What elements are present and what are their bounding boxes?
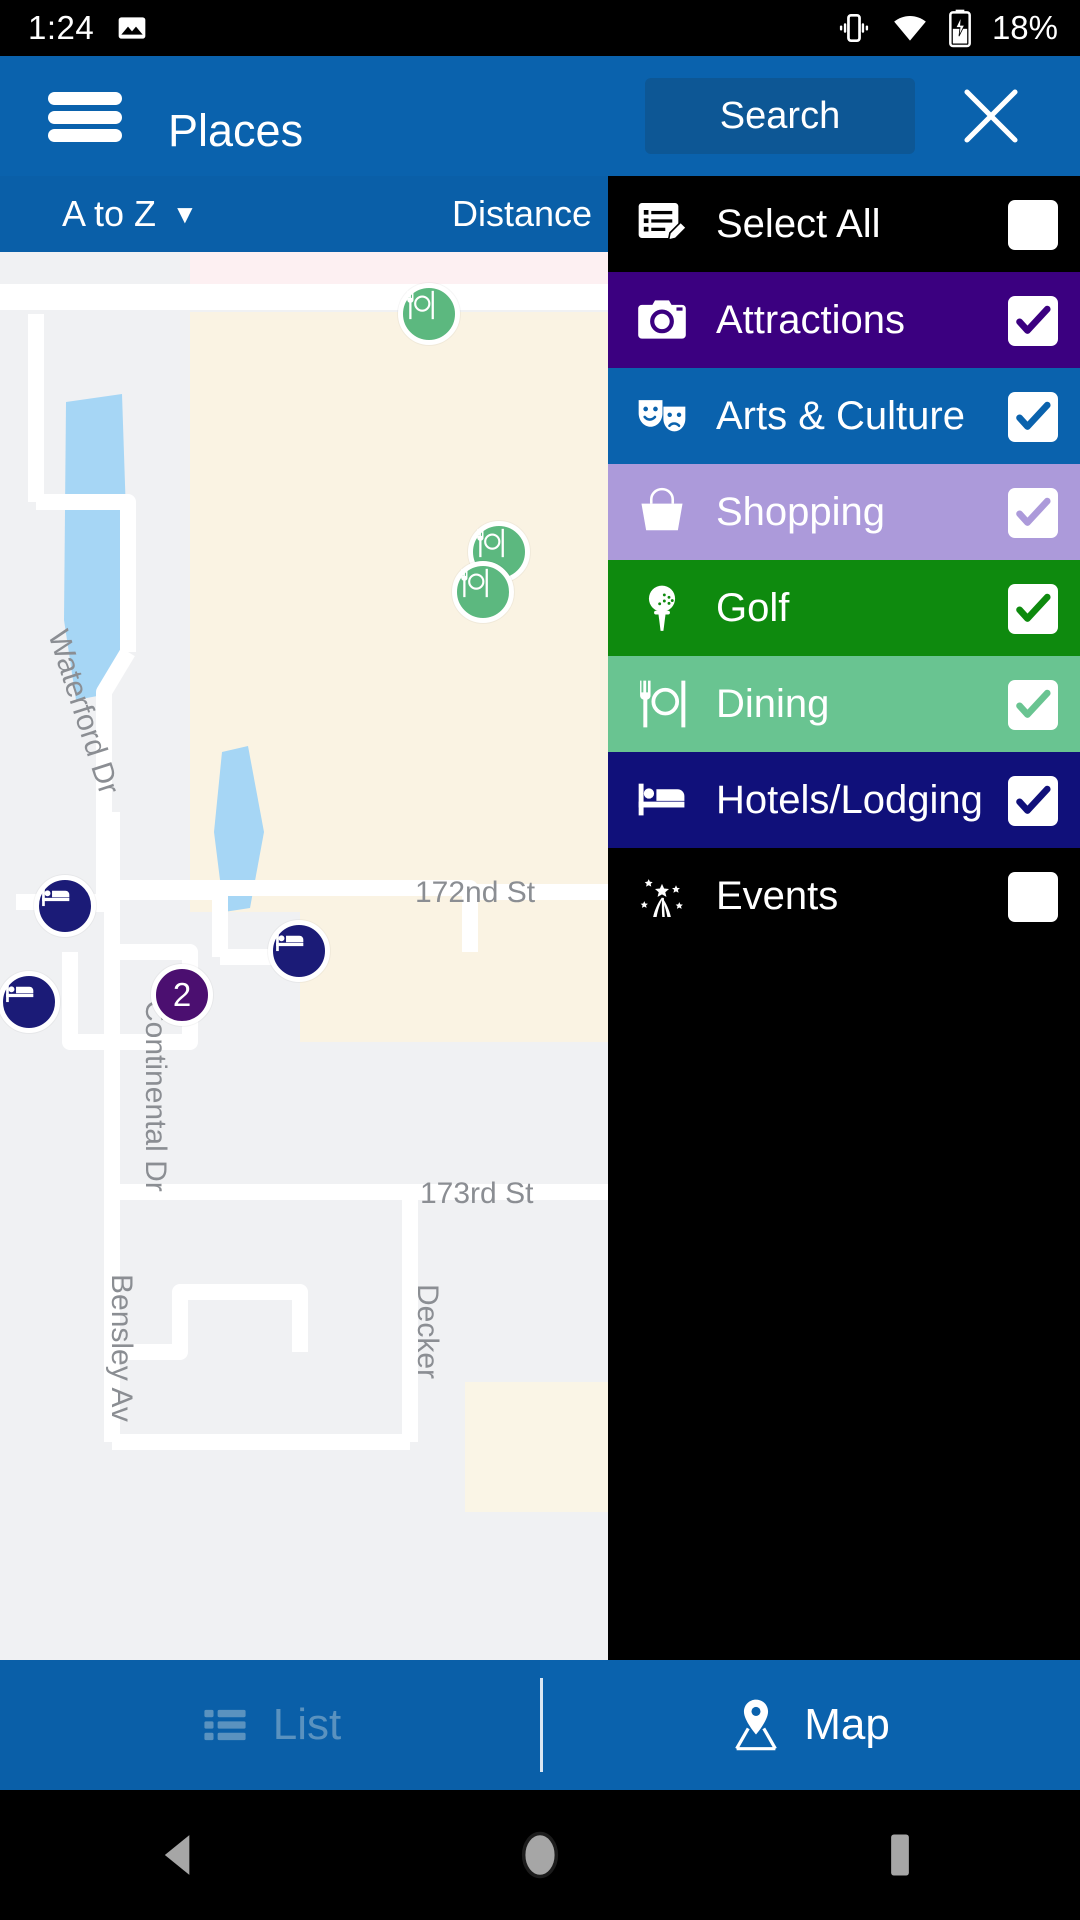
checkmark-icon bbox=[1016, 401, 1051, 430]
battery-charging-icon bbox=[949, 9, 971, 48]
sort-alphabetical-control[interactable]: A to Z ▼ bbox=[62, 176, 198, 252]
list-icon bbox=[204, 1709, 246, 1741]
tab-label: Map bbox=[804, 1700, 890, 1749]
checkmark-icon bbox=[1016, 593, 1051, 622]
filter-item-label: Arts & Culture bbox=[716, 393, 965, 438]
android-navigation-bar bbox=[0, 1790, 1080, 1920]
map-marker-hotel[interactable] bbox=[34, 875, 96, 937]
filter-checkbox[interactable] bbox=[1008, 296, 1058, 346]
filter-item-label: Events bbox=[716, 873, 839, 918]
app-header: Places Search bbox=[0, 56, 1080, 176]
filter-checkbox[interactable] bbox=[1008, 584, 1058, 634]
street-label: 172nd St bbox=[415, 876, 536, 909]
filter-item-dining[interactable]: Dining bbox=[608, 656, 1080, 752]
map-pin-icon bbox=[735, 1699, 777, 1751]
bed-icon bbox=[6, 983, 34, 1003]
filter-item-label: Shopping bbox=[716, 489, 886, 534]
page-title: Places bbox=[168, 105, 304, 156]
status-bar: 1:24 18% bbox=[0, 0, 1080, 56]
status-bar-notification-icons bbox=[116, 12, 148, 44]
map-marker-cluster[interactable]: 2 bbox=[151, 964, 213, 1026]
battery-percent-label: 18% bbox=[991, 9, 1058, 46]
app-screen: 1:24 18% Places Search A to Z ▼ Distance… bbox=[0, 0, 1080, 1920]
dining-icon bbox=[461, 568, 488, 598]
sort-alphabetical-label: A to Z bbox=[62, 193, 157, 234]
tab-map[interactable]: Map bbox=[540, 1660, 1080, 1790]
bed-icon bbox=[42, 887, 70, 907]
dining-icon bbox=[608, 676, 716, 732]
image-icon bbox=[118, 17, 146, 39]
filter-item-label: Dining bbox=[716, 681, 830, 726]
filter-item-label: Select All bbox=[716, 201, 881, 246]
filter-item-select-all[interactable]: Select All bbox=[608, 176, 1080, 272]
fireworks-icon bbox=[608, 868, 716, 924]
filter-item-hotels-lodging[interactable]: Hotels/Lodging bbox=[608, 752, 1080, 848]
filter-item-events[interactable]: Events bbox=[608, 848, 1080, 944]
filter-checkbox[interactable] bbox=[1008, 488, 1058, 538]
street-label: Continental Dr bbox=[139, 1000, 172, 1192]
close-icon[interactable] bbox=[955, 80, 1027, 152]
filter-item-label: Golf bbox=[716, 585, 790, 630]
shopping-bag-icon bbox=[608, 484, 716, 540]
filter-checkbox[interactable] bbox=[1008, 872, 1058, 922]
masks-icon bbox=[608, 388, 716, 444]
filter-checkbox[interactable] bbox=[1008, 200, 1058, 250]
dining-icon bbox=[477, 528, 504, 558]
back-triangle-icon[interactable] bbox=[152, 1827, 208, 1883]
tab-list[interactable]: List bbox=[0, 1660, 540, 1790]
checkmark-icon bbox=[1016, 305, 1051, 334]
map-marker-hotel[interactable] bbox=[268, 920, 330, 982]
map-cluster-count: 2 bbox=[172, 976, 192, 1013]
status-bar-clock: 1:24 bbox=[28, 9, 95, 46]
street-label: Decker bbox=[411, 1284, 444, 1379]
home-circle-icon[interactable] bbox=[512, 1827, 568, 1883]
filter-item-arts-culture[interactable]: Arts & Culture bbox=[608, 368, 1080, 464]
hamburger-menu-icon[interactable] bbox=[48, 92, 122, 142]
camera-icon bbox=[608, 292, 716, 348]
chevron-down-icon: ▼ bbox=[172, 199, 198, 229]
golf-ball-tee-icon bbox=[608, 580, 716, 636]
filter-item-label: Hotels/Lodging bbox=[716, 777, 983, 822]
sort-distance-control[interactable]: Distance ▼ bbox=[452, 176, 634, 252]
filter-checkbox[interactable] bbox=[1008, 680, 1058, 730]
category-filter-panel: Select All Attractions Arts & Culture Sh… bbox=[608, 176, 1080, 1660]
dining-icon bbox=[407, 290, 434, 320]
map-marker-dining[interactable] bbox=[398, 283, 460, 345]
status-bar-system-icons: 18% bbox=[835, 0, 1058, 56]
select-all-icon bbox=[608, 196, 716, 252]
map-marker-dining[interactable] bbox=[452, 561, 514, 623]
filter-item-shopping[interactable]: Shopping bbox=[608, 464, 1080, 560]
sort-distance-label: Distance bbox=[452, 193, 593, 234]
tab-label: List bbox=[272, 1700, 342, 1749]
filter-checkbox[interactable] bbox=[1008, 776, 1058, 826]
bed-icon bbox=[608, 772, 716, 828]
checkmark-icon bbox=[1016, 497, 1051, 526]
filter-checkbox[interactable] bbox=[1008, 392, 1058, 442]
vibrate-icon bbox=[839, 13, 869, 43]
checkmark-icon bbox=[1016, 689, 1051, 718]
tab-divider bbox=[540, 1678, 543, 1772]
street-label: Bensley Av bbox=[105, 1274, 138, 1422]
filter-item-golf[interactable]: Golf bbox=[608, 560, 1080, 656]
bottom-tab-bar: List Map bbox=[0, 1660, 1080, 1790]
recents-square-icon[interactable] bbox=[872, 1827, 928, 1883]
bed-icon bbox=[276, 932, 304, 952]
filter-item-attractions[interactable]: Attractions bbox=[608, 272, 1080, 368]
wifi-icon bbox=[894, 16, 926, 41]
search-button[interactable]: Search bbox=[645, 78, 915, 154]
map-marker-hotel[interactable] bbox=[0, 971, 60, 1033]
filter-item-label: Attractions bbox=[716, 297, 905, 342]
street-label: 173rd St bbox=[420, 1177, 534, 1210]
checkmark-icon bbox=[1016, 785, 1051, 814]
